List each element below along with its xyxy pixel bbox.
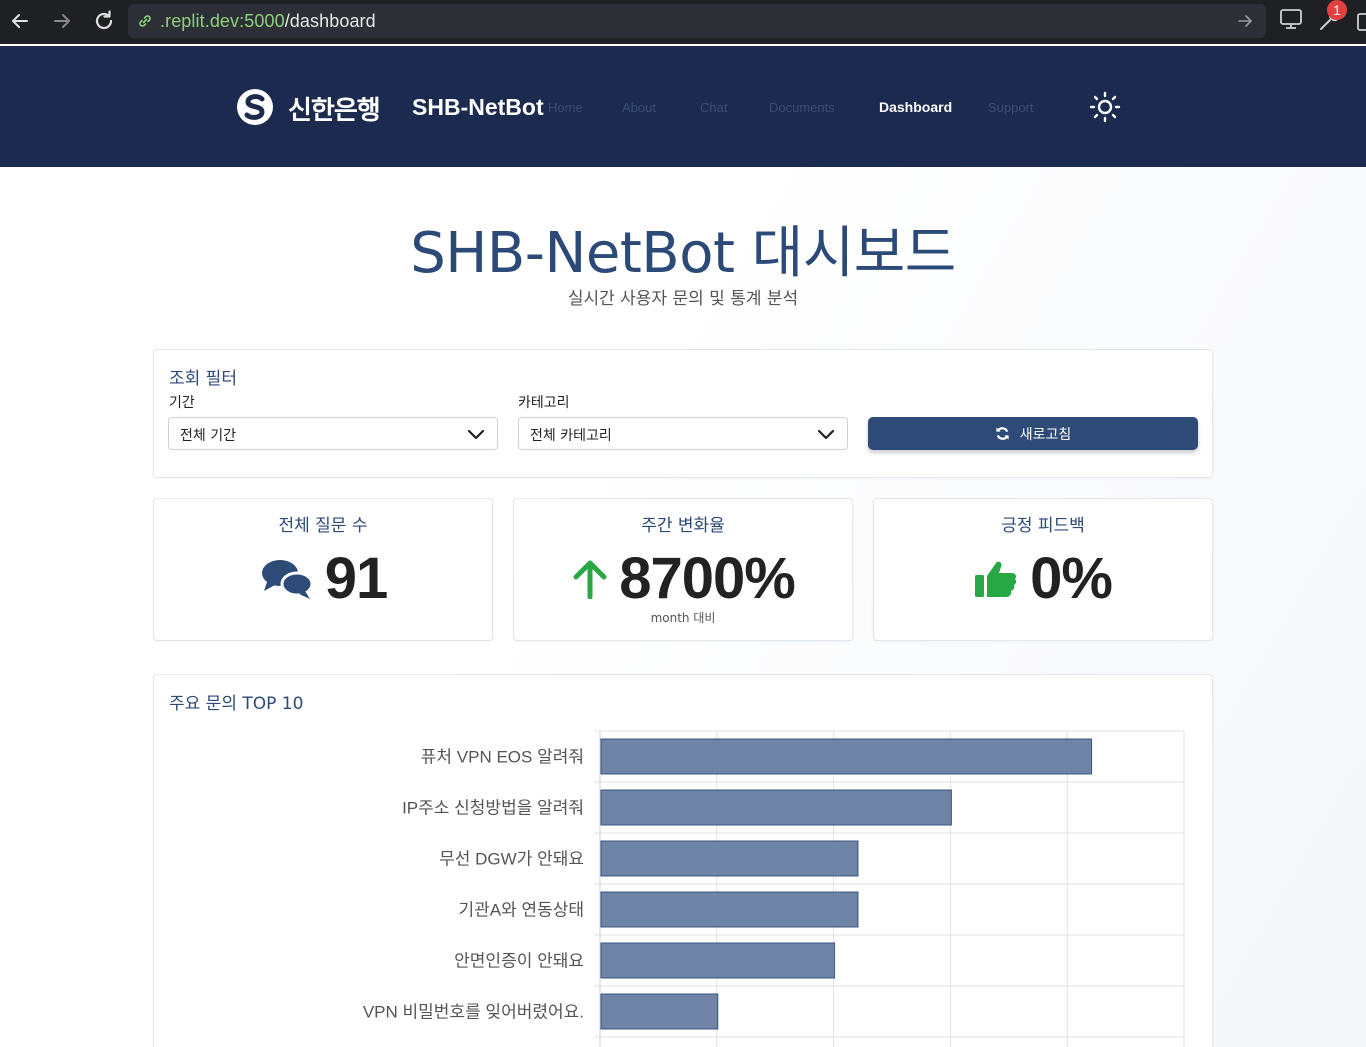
bank-name[interactable]: 신한은행 <box>288 90 381 127</box>
chevron-down-icon <box>817 429 835 440</box>
bar-label: 안면인증이 안돼요 <box>454 952 584 971</box>
category-select[interactable]: 전체 카테고리 <box>518 417 848 450</box>
stat-label: 전체 질문 수 <box>278 516 368 536</box>
link-icon <box>139 15 151 27</box>
bar[interactable] <box>600 993 719 1030</box>
nav-chat[interactable]: Chat <box>700 100 727 115</box>
nav-dashboard[interactable]: Dashboard <box>879 99 952 115</box>
stat-note: month 대비 <box>650 611 716 625</box>
nav-about[interactable]: About <box>622 100 656 115</box>
period-label: 기간 <box>169 395 195 411</box>
url-text: .replit.dev:5000/dashboard <box>160 10 376 31</box>
top10-bar-chart: 퓨처 VPN EOS 알려줘 IP주소 신청방법을 알려줘무선 DGW가 안돼요기… <box>363 730 1185 1047</box>
stat-card-weekly-change: 주간 변화율 8700% month 대비 <box>513 498 853 641</box>
stat-card-positive-feedback: 긍정 피드백 0% <box>873 498 1213 641</box>
stat-value: 8700% <box>619 546 796 611</box>
site-header: 신한은행 SHB-NetBot Home About Chat Document… <box>0 46 1366 167</box>
nav-home[interactable]: Home <box>548 100 583 115</box>
brand-name[interactable]: SHB-NetBot <box>412 94 544 121</box>
bar[interactable] <box>600 840 859 877</box>
extension-icon[interactable] <box>1356 12 1366 36</box>
page-title: SHB-NetBot 대시보드 <box>410 221 956 286</box>
arrow-up-icon <box>573 560 607 599</box>
nav-support[interactable]: Support <box>988 100 1034 115</box>
bar-label: IP주소 신청방법을 알려줘 <box>402 799 584 818</box>
bar-label: 무선 DGW가 안돼요 <box>439 850 584 869</box>
stat-label: 긍정 피드백 <box>1001 516 1085 536</box>
page-subtitle: 실시간 사용자 문의 및 통계 분석 <box>567 289 799 309</box>
bar[interactable] <box>600 891 859 928</box>
forward-icon[interactable] <box>49 8 75 34</box>
top10-chart-card: 주요 문의 TOP 10 퓨처 VPN EOS 알려줘 IP주소 신청방법을 알려… <box>153 674 1213 1047</box>
category-select-value: 전체 카테고리 <box>530 428 612 444</box>
period-select-value: 전체 기간 <box>180 428 236 444</box>
chevron-down-icon <box>467 429 485 440</box>
bar-label: VPN 비밀번호를 잊어버렸어요. <box>363 1003 584 1022</box>
filter-heading: 조회 필터 <box>169 369 237 389</box>
category-label: 카테고리 <box>518 395 570 411</box>
comments-icon <box>261 559 314 599</box>
go-arrow-icon[interactable] <box>1236 12 1254 34</box>
bar[interactable] <box>600 738 1093 775</box>
browser-toolbar: .replit.dev:5000/dashboard 1 <box>0 0 1366 44</box>
back-icon[interactable] <box>7 8 33 34</box>
shinhan-logo-icon[interactable] <box>236 88 274 126</box>
sun-icon[interactable] <box>1088 90 1122 124</box>
refresh-button-label: 새로고침 <box>1019 426 1072 443</box>
notification-badge: 1 <box>1327 0 1347 20</box>
reload-icon[interactable] <box>91 8 117 34</box>
bar-label: 퓨처 VPN EOS 알려줘 <box>421 748 584 767</box>
period-select[interactable]: 전체 기간 <box>168 417 498 450</box>
bar[interactable] <box>600 789 952 826</box>
bar-label: 기관A와 연동상태 <box>458 901 584 920</box>
sync-icon <box>996 427 1009 440</box>
stat-label: 주간 변화율 <box>641 516 725 536</box>
nav-documents[interactable]: Documents <box>769 100 835 115</box>
stat-value: 0% <box>1030 546 1113 611</box>
monitor-icon[interactable] <box>1278 6 1304 36</box>
stat-value: 91 <box>324 546 389 611</box>
stat-card-total-questions: 전체 질문 수 91 <box>153 498 493 641</box>
address-bar[interactable]: .replit.dev:5000/dashboard <box>128 4 1266 38</box>
refresh-button[interactable]: 새로고침 <box>868 417 1198 450</box>
bar[interactable] <box>600 942 836 979</box>
thumbs-up-icon <box>975 561 1017 597</box>
filter-card: 조회 필터 기간 전체 기간 카테고리 전체 카테고리 새로고침 <box>153 349 1213 478</box>
